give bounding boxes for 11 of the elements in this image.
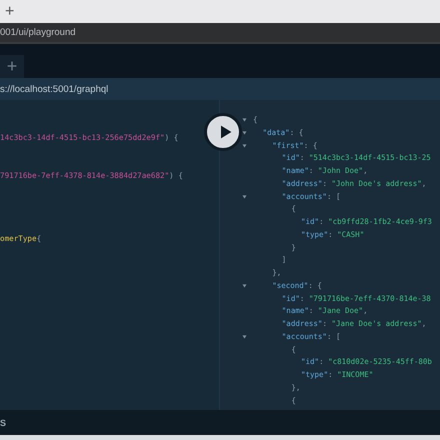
collapse-arrow-icon[interactable]: [242, 284, 247, 288]
address-bar[interactable]: 001/ui/playground: [0, 23, 440, 44]
collapse-arrow-icon[interactable]: [242, 335, 247, 340]
endpoint-url-field[interactable]: s://localhost:5001/graphql: [0, 84, 108, 94]
new-tab-button[interactable]: +: [5, 4, 14, 20]
collapse-arrow-icon[interactable]: [242, 144, 247, 148]
collapse-arrow-icon[interactable]: [242, 131, 247, 136]
new-tab-button[interactable]: +: [0, 55, 24, 78]
collapse-arrow-icon[interactable]: [242, 194, 247, 199]
collapse-arrow-icon[interactable]: [242, 118, 247, 122]
query-variables-label[interactable]: S: [0, 418, 6, 428]
